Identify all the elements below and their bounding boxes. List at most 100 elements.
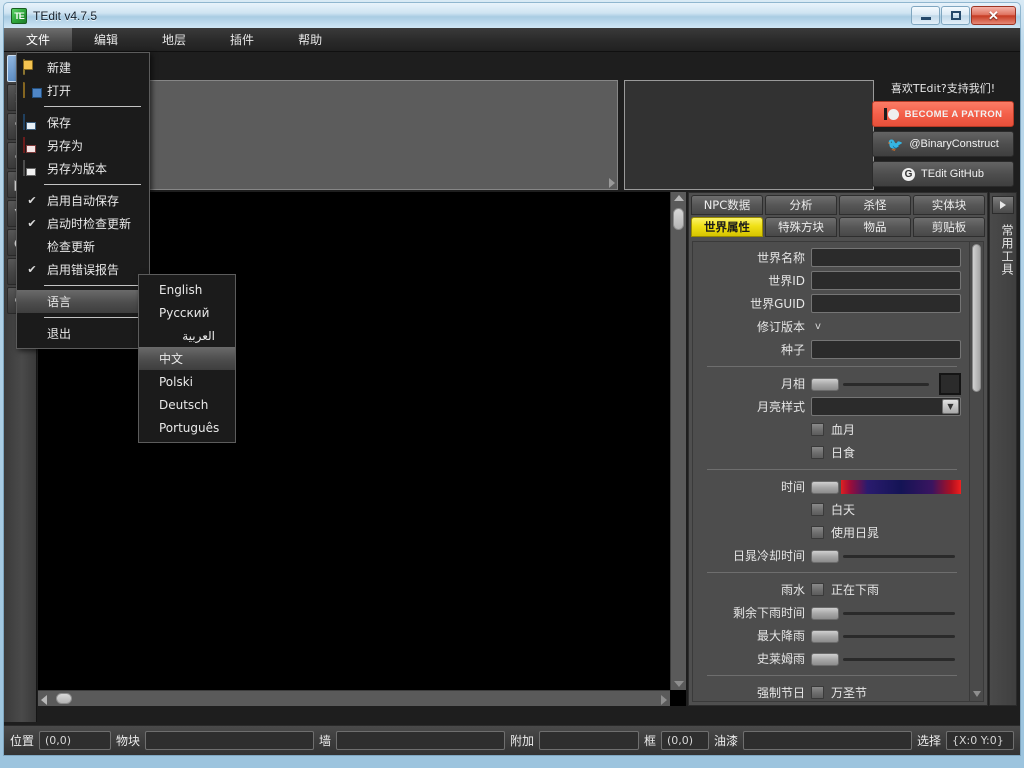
group-divider (707, 366, 957, 367)
language-option-german[interactable]: Deutsch (139, 393, 235, 416)
time-slider[interactable] (811, 478, 961, 496)
common-tools-side-tab[interactable]: 常用工具 (989, 192, 1017, 706)
is-raining-checkbox[interactable] (811, 583, 824, 596)
form-scroll-down-icon[interactable] (973, 691, 981, 697)
language-option-arabic[interactable]: العربية (139, 324, 235, 347)
max-rain-slider[interactable] (811, 627, 961, 645)
status-extra-value (539, 731, 639, 750)
github-button[interactable]: G TEdit GitHub (872, 161, 1014, 187)
language-option-english[interactable]: English (139, 278, 235, 301)
check-icon: ✔ (23, 263, 41, 276)
menu-item-enable-error-reporting[interactable]: ✔ 启用错误报告 (17, 258, 149, 281)
status-bar: 位置 (0,0) 物块 墙 附加 框 (0,0) 油漆 选择 {X:0 Y:0} (4, 725, 1020, 755)
scroll-up-icon[interactable] (674, 195, 684, 201)
field-label: 最大降雨 (693, 627, 811, 644)
world-id-input[interactable] (811, 271, 961, 290)
menu-item-open[interactable]: 打开 (17, 79, 149, 102)
language-option-polish[interactable]: Polski (139, 370, 235, 393)
use-sundial-checkbox[interactable] (811, 526, 824, 539)
form-scroll-thumb[interactable] (972, 244, 981, 392)
menu-separator (44, 285, 141, 286)
menu-item-check-updates-on-start[interactable]: ✔ 启动时检查更新 (17, 212, 149, 235)
overflow-chevron-icon[interactable] (609, 178, 615, 188)
moon-style-dropdown[interactable]: ▼ (811, 397, 961, 416)
menu-item-enable-autosave[interactable]: ✔ 启用自动保存 (17, 189, 149, 212)
twitter-button[interactable]: 🐦 @BinaryConstruct (872, 131, 1014, 157)
field-time: 时间 (693, 475, 965, 498)
language-option-portuguese[interactable]: Português (139, 416, 235, 439)
twitter-label: @BinaryConstruct (909, 138, 998, 150)
tab-npc-data[interactable]: NPC数据 (691, 195, 763, 215)
menu-item-exit[interactable]: 退出 (17, 322, 149, 345)
window-title: TEdit v4.7.5 (33, 9, 911, 23)
tab-clipboard[interactable]: 剪贴板 (913, 217, 985, 237)
slime-rain-slider[interactable] (811, 650, 961, 668)
expand-tools-button[interactable] (992, 196, 1014, 214)
tab-analysis[interactable]: 分析 (765, 195, 837, 215)
close-button[interactable]: ✕ (971, 6, 1016, 25)
canvas-vertical-scrollbar[interactable] (670, 192, 686, 690)
save-version-icon (23, 161, 41, 177)
vertical-scroll-thumb[interactable] (673, 208, 684, 230)
maximize-icon (951, 11, 961, 20)
slider-thumb[interactable] (811, 481, 839, 494)
menu-item-save-version[interactable]: 另存为版本 (17, 157, 149, 180)
menu-file[interactable]: 文件 (4, 28, 72, 51)
maximize-button[interactable] (941, 6, 970, 25)
menu-item-save-as[interactable]: 另存为 (17, 134, 149, 157)
halloween-checkbox[interactable] (811, 686, 824, 699)
window-controls: ✕ (911, 6, 1016, 25)
slider-thumb[interactable] (811, 630, 839, 643)
tab-entity-blocks[interactable]: 实体块 (913, 195, 985, 215)
top-toolbar-strip (140, 80, 618, 190)
status-paint-value (743, 731, 912, 750)
tab-items[interactable]: 物品 (839, 217, 911, 237)
language-option-chinese[interactable]: 中文 (139, 347, 235, 370)
menu-item-label: 检查更新 (47, 238, 149, 255)
minimize-button[interactable] (911, 6, 940, 25)
menu-item-language[interactable]: 语言 (17, 290, 149, 313)
sundial-cooldown-slider[interactable] (811, 547, 961, 565)
seed-input[interactable] (811, 340, 961, 359)
tab-special-tiles[interactable]: 特殊方块 (765, 217, 837, 237)
field-world-name: 世界名称 (693, 246, 965, 269)
menu-help[interactable]: 帮助 (276, 28, 344, 51)
scroll-down-icon[interactable] (674, 681, 684, 687)
menu-item-save[interactable]: 保存 (17, 111, 149, 134)
menu-edit[interactable]: 编辑 (72, 28, 140, 51)
field-label: 月相 (693, 375, 811, 392)
slider-thumb[interactable] (811, 653, 839, 666)
slider-thumb[interactable] (811, 378, 839, 391)
menu-item-new[interactable]: 新建 (17, 56, 149, 79)
slider-thumb[interactable] (811, 607, 839, 620)
scroll-right-icon[interactable] (661, 695, 667, 705)
menu-plugins[interactable]: 插件 (208, 28, 276, 51)
tab-world-properties[interactable]: 世界属性 (691, 217, 763, 237)
form-vertical-scrollbar[interactable] (969, 242, 983, 701)
rain-time-left-slider[interactable] (811, 604, 961, 622)
menu-item-check-updates[interactable]: 检查更新 (17, 235, 149, 258)
world-name-input[interactable] (811, 248, 961, 267)
canvas-horizontal-scrollbar[interactable] (38, 690, 670, 706)
scroll-left-icon[interactable] (41, 695, 47, 705)
group-divider (707, 572, 957, 573)
field-slime-rain: 史莱姆雨 (693, 647, 965, 670)
menu-layers[interactable]: 地层 (140, 28, 208, 51)
become-a-patron-button[interactable]: BECOME A PATRON (872, 101, 1014, 127)
moon-phase-slider[interactable] (811, 375, 935, 393)
form-content: 世界名称 世界ID 世界GUID 修订版本 v (693, 242, 969, 701)
minimap-panel[interactable] (624, 80, 874, 190)
eclipse-checkbox[interactable] (811, 446, 824, 459)
horizontal-scroll-thumb[interactable] (56, 693, 72, 704)
slider-thumb[interactable] (811, 550, 839, 563)
blood-moon-checkbox[interactable] (811, 423, 824, 436)
menu-item-label: 另存为 (47, 137, 149, 154)
world-guid-input[interactable] (811, 294, 961, 313)
field-revision: 修订版本 v (693, 315, 965, 338)
daytime-checkbox[interactable] (811, 503, 824, 516)
menu-item-label: 语言 (47, 293, 138, 310)
is-raining-label: 正在下雨 (831, 581, 879, 598)
language-option-russian[interactable]: Русский (139, 301, 235, 324)
chevron-down-icon[interactable]: ▼ (942, 399, 959, 414)
tab-kill-tally[interactable]: 杀怪 (839, 195, 911, 215)
